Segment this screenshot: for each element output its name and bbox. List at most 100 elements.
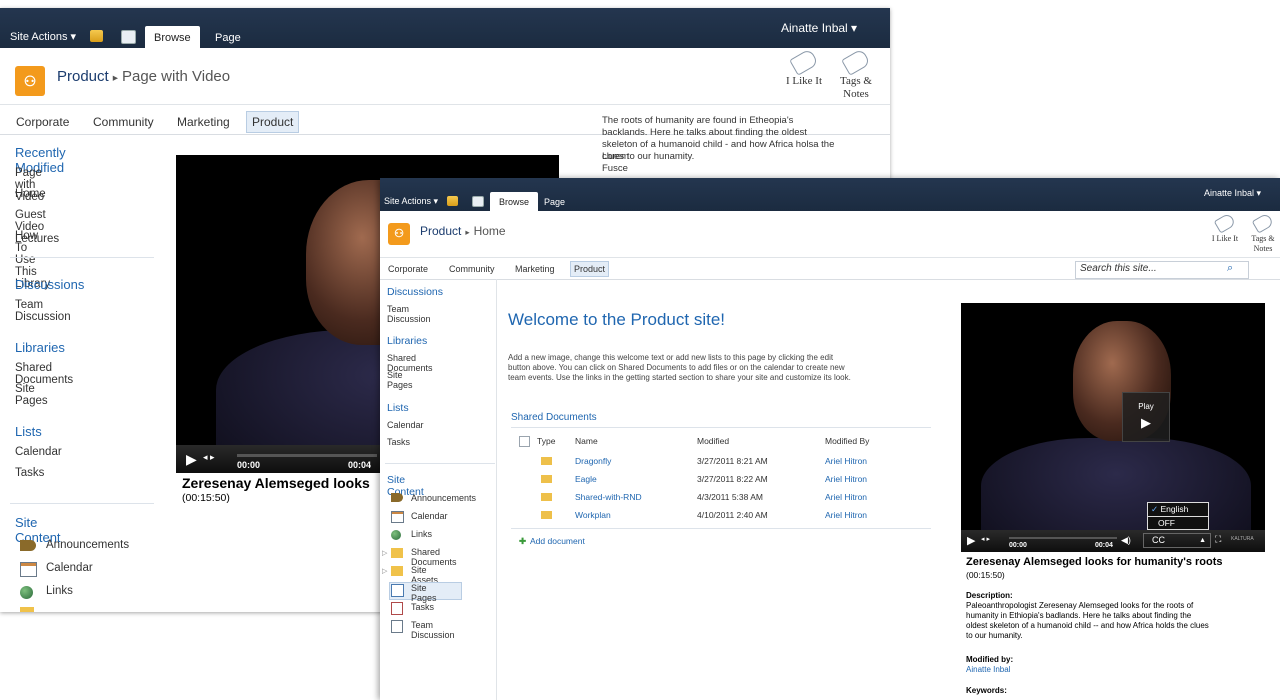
site-content-item[interactable]: Links — [46, 585, 73, 597]
quick-launch-item[interactable]: Site Pages — [15, 383, 48, 407]
user-menu[interactable]: Ainatte Inbal ▾ — [1204, 188, 1261, 199]
document-name[interactable]: Workplan — [575, 510, 611, 520]
i-like-it-button[interactable]: I Like It — [782, 48, 826, 87]
site-content-item[interactable]: Team Discussion — [411, 620, 455, 640]
breadcrumb-site[interactable]: Product — [420, 224, 461, 238]
edit-page-icon[interactable] — [472, 196, 484, 207]
site-content-item[interactable]: Calendar — [411, 511, 448, 521]
document-modified-by[interactable]: Ariel Hitron — [825, 474, 867, 484]
recent-item[interactable]: Home — [15, 188, 46, 200]
discussions-heading[interactable]: Discussions — [15, 277, 84, 292]
title-area: ⚇ Product ▸ Home I Like It Tags & Notes — [380, 211, 1280, 258]
site-content-item[interactable]: Links — [411, 529, 432, 539]
document-modified-by[interactable]: Ariel Hitron — [825, 510, 867, 520]
quick-launch-item[interactable]: Tasks — [387, 437, 410, 447]
seek-arrows-icon[interactable]: ◂ ▸ — [203, 452, 215, 463]
volume-icon[interactable]: ◀) — [1121, 535, 1131, 546]
site-content-item[interactable]: Site Pages — [411, 583, 437, 603]
topnav-corporate[interactable]: Corporate — [388, 264, 428, 274]
site-content-item[interactable]: Shared Documents — [411, 547, 457, 567]
document-modified-by[interactable]: Ariel Hitron — [825, 456, 867, 466]
document-name[interactable]: Shared-with-RND — [575, 492, 642, 502]
topnav-marketing[interactable]: Marketing — [515, 264, 555, 274]
tags-notes-button[interactable]: Tags & Notes — [834, 48, 878, 101]
site-content-item[interactable]: Announcements — [46, 539, 129, 551]
quick-launch-item[interactable]: Site Pages — [387, 370, 413, 390]
topnav-community[interactable]: Community — [93, 115, 154, 129]
topnav-marketing[interactable]: Marketing — [177, 115, 230, 129]
quick-launch-item[interactable]: Team Discussion — [387, 304, 431, 324]
quick-launch-item[interactable]: Tasks — [15, 467, 44, 479]
document-modified-by[interactable]: Ariel Hitron — [825, 492, 867, 502]
quick-launch-item[interactable]: Calendar — [15, 446, 62, 458]
tags-notes-icon — [1251, 212, 1275, 234]
libraries-heading[interactable]: Libraries — [15, 340, 65, 355]
select-all-checkbox[interactable] — [519, 436, 530, 447]
captions-button[interactable]: CC ▲ — [1143, 533, 1211, 548]
column-header[interactable]: Type — [537, 436, 555, 446]
add-document-link[interactable]: Add document — [530, 536, 585, 546]
shared-documents-title[interactable]: Shared Documents — [511, 412, 597, 423]
seek-arrows-icon[interactable]: ◂ ▸ — [981, 535, 990, 543]
folder-icon — [541, 493, 552, 501]
captions-off-option[interactable]: OFF — [1148, 517, 1208, 529]
libraries-heading[interactable]: Libraries — [387, 335, 427, 347]
captions-english-option[interactable]: ✓ English — [1148, 503, 1208, 517]
modified-by-link[interactable]: Ainatte Inbal — [966, 665, 1010, 674]
navigate-up-icon[interactable] — [90, 30, 103, 42]
site-content-item[interactable]: Tasks — [411, 602, 434, 612]
topnav-product[interactable]: Product — [246, 111, 300, 133]
caret-up-icon: ▲ — [1199, 537, 1206, 544]
quick-launch-item[interactable]: Calendar — [387, 420, 424, 430]
document-name[interactable]: Eagle — [575, 474, 597, 484]
fullscreen-icon[interactable]: ⛶ — [1215, 534, 1221, 545]
lists-heading[interactable]: Lists — [387, 402, 409, 414]
play-icon[interactable]: ▶ — [967, 534, 975, 547]
edit-page-icon[interactable] — [121, 30, 136, 44]
tab-browse[interactable]: Browse — [145, 26, 200, 48]
links-globe-icon — [20, 586, 33, 599]
tab-browse[interactable]: Browse — [490, 192, 539, 211]
calendar-icon — [20, 562, 37, 577]
ribbon: Site Actions ▾ Browse Page Ainatte Inbal… — [0, 8, 890, 48]
play-icon[interactable]: ▶ — [186, 451, 197, 468]
document-name[interactable]: Dragonfly — [575, 456, 611, 466]
tab-page[interactable]: Page — [535, 192, 574, 211]
add-icon[interactable]: ✚ — [519, 536, 526, 547]
kaltura-logo[interactable]: KALTURA — [1231, 536, 1254, 542]
navigate-up-icon[interactable] — [447, 196, 458, 206]
user-menu[interactable]: Ainatte Inbal ▾ — [781, 21, 857, 35]
expand-arrow-icon[interactable]: ▷ — [382, 549, 387, 557]
tab-page[interactable]: Page — [206, 26, 250, 48]
folder-icon — [541, 457, 552, 465]
divider — [385, 463, 495, 464]
video-player[interactable]: Play ▶ ✓ English OFF ▶ ◂ ▸ 00:00 00:04 ◀… — [961, 303, 1265, 552]
site-actions-menu[interactable]: Site Actions ▾ — [384, 196, 438, 207]
play-overlay-button[interactable]: Play ▶ — [1122, 392, 1170, 442]
time-start: 00:00 — [237, 460, 261, 470]
site-actions-menu[interactable]: Site Actions ▾ — [10, 30, 76, 43]
breadcrumb-page: Home — [473, 224, 506, 238]
i-like-it-button[interactable]: I Like It — [1207, 212, 1243, 243]
topnav-corporate[interactable]: Corporate — [16, 115, 69, 129]
tags-label: Tags & — [1251, 234, 1275, 243]
column-header[interactable]: Modified — [697, 436, 729, 446]
quick-launch-item[interactable]: Team Discussion — [15, 299, 71, 323]
column-header[interactable]: Name — [575, 436, 598, 446]
column-header[interactable]: Modified By — [825, 436, 869, 446]
tags-notes-icon — [841, 48, 871, 76]
calendar-icon — [391, 511, 404, 523]
site-content-item[interactable]: Calendar — [46, 562, 93, 574]
discussions-heading[interactable]: Discussions — [387, 286, 443, 298]
expand-arrow-icon[interactable]: ▷ — [382, 567, 387, 575]
seek-bar[interactable] — [1009, 537, 1117, 539]
seek-bar[interactable] — [237, 454, 377, 457]
search-icon[interactable]: ⌕ — [1227, 262, 1233, 275]
topnav-product[interactable]: Product — [570, 261, 610, 277]
breadcrumb-site[interactable]: Product — [57, 68, 109, 85]
topnav-community[interactable]: Community — [449, 264, 495, 274]
site-content-item[interactable]: Announcements — [411, 493, 476, 503]
tags-notes-button[interactable]: Tags & Notes — [1246, 212, 1280, 254]
lists-heading[interactable]: Lists — [15, 424, 42, 439]
search-input[interactable]: Search this site... — [1075, 261, 1249, 279]
